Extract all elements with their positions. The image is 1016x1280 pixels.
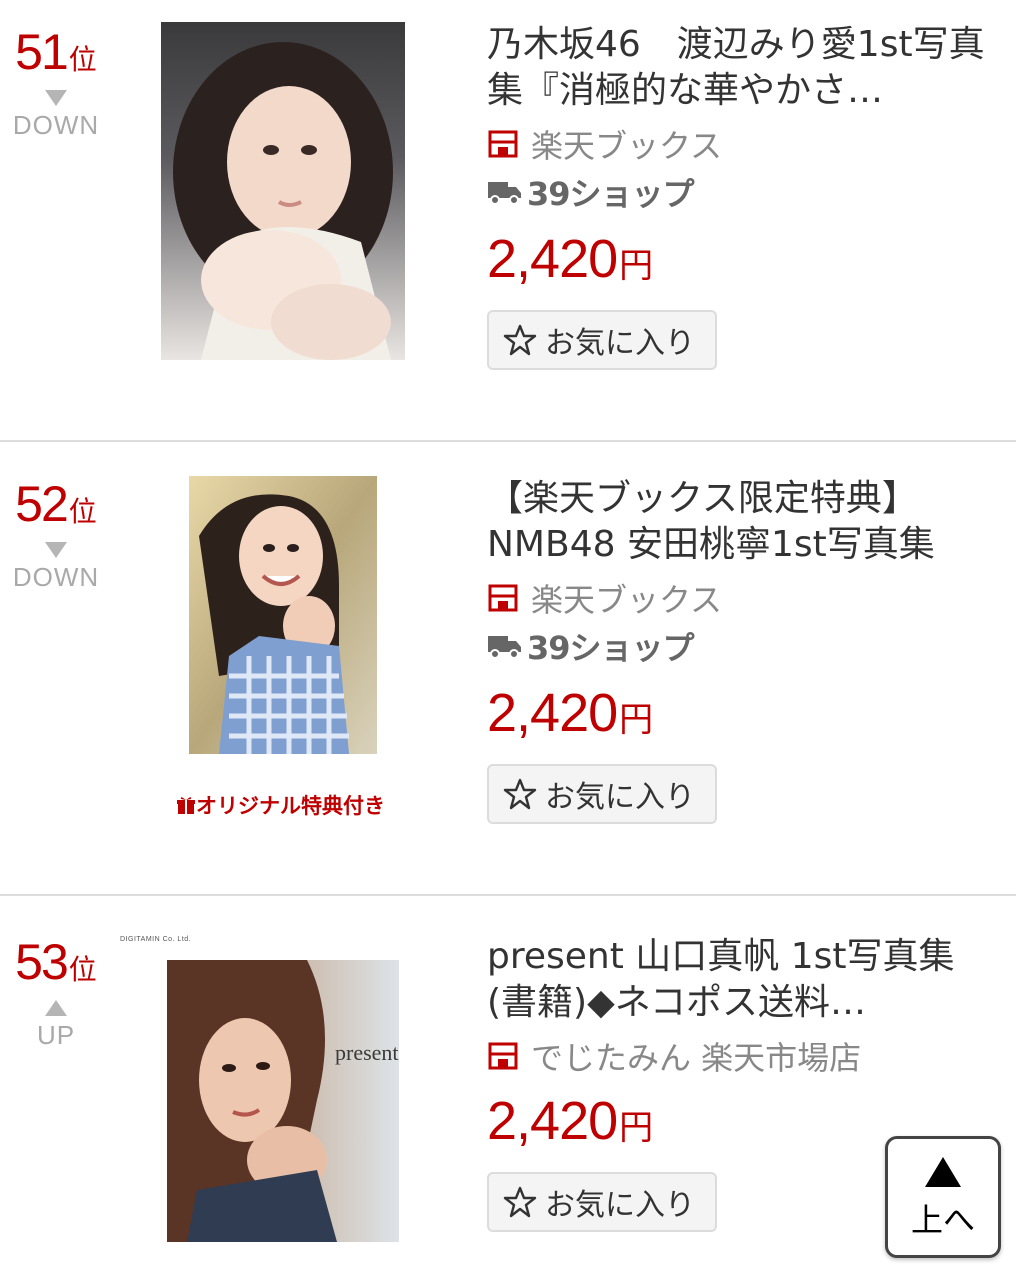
shop-icon <box>488 584 518 612</box>
rank-trend: UP <box>36 1020 76 1050</box>
shop-name[interactable]: 楽天ブックス <box>531 121 722 167</box>
price-unit: 円 <box>619 1108 654 1148</box>
rank-trend: DOWN <box>12 110 100 140</box>
product-image[interactable] <box>189 476 377 754</box>
price-unit: 円 <box>619 700 654 740</box>
price: 2,420 円 <box>487 228 997 289</box>
rank-trend: DOWN <box>12 562 100 592</box>
badge-label: オリジナル特典付き <box>196 794 385 818</box>
up-arrow-icon <box>925 1157 961 1187</box>
rank-suffix: 位 <box>68 495 97 528</box>
publisher-credit: DIGITAMIN Co. Ltd. <box>120 936 192 943</box>
product-title[interactable]: 乃木坂46 渡辺みり愛1st写真集『消極的な華やかさ… <box>487 22 997 114</box>
gift-icon <box>177 797 195 814</box>
product-info: 【楽天ブックス限定特典】NMB48 安田桃寧1st写真集 楽天ブックス 39ショ… <box>487 476 997 824</box>
shop-row: 楽天ブックス <box>487 575 997 621</box>
down-triangle-icon <box>45 90 67 106</box>
shop-row: 楽天ブックス <box>487 121 997 167</box>
shop-row: でじたみん 楽天市場店 <box>487 1033 997 1079</box>
rank-suffix: 位 <box>68 43 97 76</box>
product-title[interactable]: present 山口真帆 1st写真集(書籍)◆ネコポス送料… <box>487 934 997 1026</box>
shop-icon <box>488 1042 518 1070</box>
ranking-item: 53位 UP DIGITAMIN Co. Ltd. present presen… <box>0 896 1016 1280</box>
favorite-label: お気に入り <box>545 780 695 815</box>
truck-icon <box>488 182 521 205</box>
star-icon <box>503 1186 537 1218</box>
truck-icon <box>488 636 521 659</box>
product-title[interactable]: 【楽天ブックス限定特典】NMB48 安田桃寧1st写真集 <box>487 476 997 568</box>
rank-indicator: 53位 UP <box>0 934 112 1050</box>
shipping-label: 39ショップ <box>527 629 695 667</box>
down-triangle-icon <box>45 542 67 558</box>
product-image[interactable] <box>161 22 405 360</box>
favorite-label: お気に入り <box>545 1188 695 1223</box>
rank-number: 51 <box>15 24 69 80</box>
shipping-label: 39ショップ <box>527 175 695 213</box>
ranking-item: 51位 DOWN 乃木坂46 渡辺みり愛1st写真集『消極的な華やかさ… 楽天ブ… <box>0 0 1016 440</box>
rank-number: 52 <box>15 476 69 532</box>
shop-icon <box>488 130 518 158</box>
original-bonus-badge: オリジナル特典付き <box>176 790 385 820</box>
shipping-row: 39ショップ <box>487 624 997 668</box>
back-to-top-button[interactable]: 上へ <box>885 1136 1001 1258</box>
favorite-label: お気に入り <box>545 326 695 361</box>
shipping-row: 39ショップ <box>487 170 997 214</box>
rank-indicator: 51位 DOWN <box>0 24 112 140</box>
favorite-button[interactable]: お気に入り <box>487 310 717 370</box>
rank-indicator: 52位 DOWN <box>0 476 112 592</box>
shop-name[interactable]: でじたみん 楽天市場店 <box>531 1033 861 1079</box>
rank-suffix: 位 <box>68 953 97 986</box>
product-image[interactable]: present <box>167 960 399 1242</box>
star-icon <box>503 778 537 810</box>
price-value: 2,420 <box>487 1091 618 1151</box>
shop-name[interactable]: 楽天ブックス <box>531 575 722 621</box>
cover-title: present <box>335 1040 399 1065</box>
price-value: 2,420 <box>487 229 618 289</box>
rank-number: 53 <box>15 934 69 990</box>
up-triangle-icon <box>45 1000 67 1016</box>
back-to-top-label: 上へ <box>910 1201 975 1239</box>
favorite-button[interactable]: お気に入り <box>487 1172 717 1232</box>
favorite-button[interactable]: お気に入り <box>487 764 717 824</box>
price-value: 2,420 <box>487 683 618 743</box>
star-icon <box>503 324 537 356</box>
price: 2,420 円 <box>487 682 997 743</box>
product-info: 乃木坂46 渡辺みり愛1st写真集『消極的な華やかさ… 楽天ブックス 39ショッ… <box>487 22 997 370</box>
ranking-item: 52位 DOWN オリジナル特典付き 【楽天ブックス限定特典】NMB48 安田桃… <box>0 442 1016 894</box>
price-unit: 円 <box>619 246 654 286</box>
